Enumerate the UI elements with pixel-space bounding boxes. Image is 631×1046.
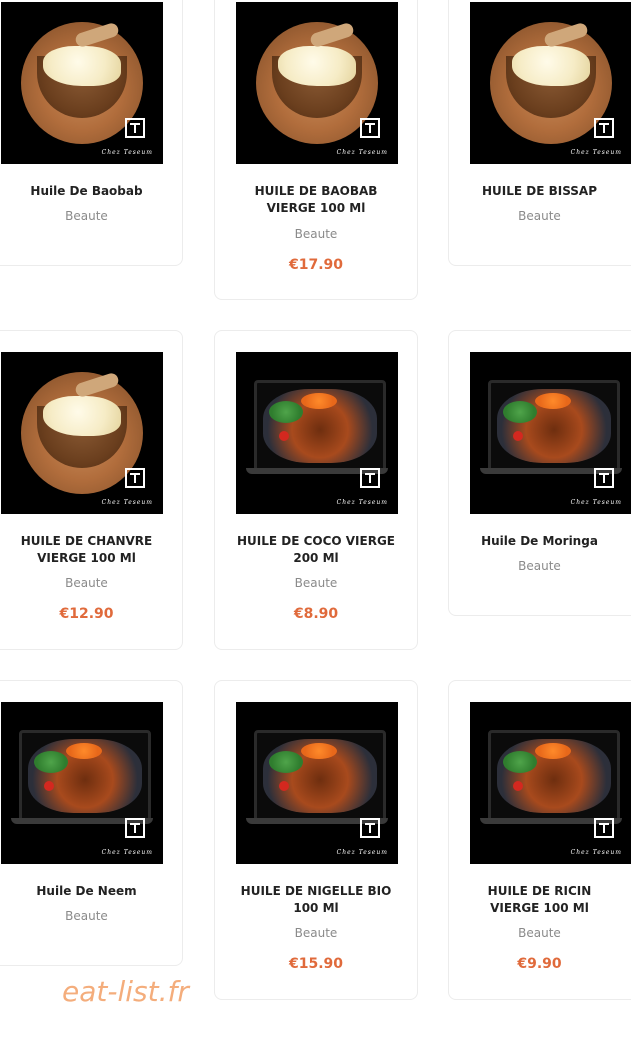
product-name[interactable]: Huile De Baobab bbox=[0, 183, 182, 200]
product-price: €9.90 bbox=[517, 956, 562, 972]
product-category: Beaute bbox=[294, 926, 338, 940]
brand-logo-icon bbox=[125, 118, 145, 138]
brand-logo-text: Chez Teseum bbox=[570, 499, 622, 506]
product-category: Beaute bbox=[294, 576, 338, 590]
brand-logo-icon bbox=[594, 818, 614, 838]
brand-logo-icon bbox=[125, 468, 145, 488]
product-category: Beaute bbox=[65, 576, 108, 590]
product-card[interactable]: Chez Teseum HUILE DE CHANVRE VIERGE 100 … bbox=[0, 330, 183, 650]
product-name[interactable]: HUILE DE NIGELLE BIO 100 Ml bbox=[215, 883, 417, 917]
product-price: €12.90 bbox=[59, 606, 114, 622]
product-category: Beaute bbox=[518, 926, 561, 940]
product-name[interactable]: HUILE DE BISSAP bbox=[449, 183, 631, 200]
product-name[interactable]: Huile De Neem bbox=[0, 883, 182, 900]
product-image[interactable]: Chez Teseum bbox=[470, 352, 631, 514]
product-image[interactable]: Chez Teseum bbox=[1, 352, 163, 514]
product-name[interactable]: HUILE DE BAOBAB VIERGE 100 Ml bbox=[215, 183, 417, 217]
product-name[interactable]: HUILE DE COCO VIERGE 200 Ml bbox=[215, 533, 417, 567]
product-card[interactable]: Chez Teseum HUILE DE COCO VIERGE 200 Ml … bbox=[214, 330, 418, 650]
brand-logo-icon bbox=[594, 468, 614, 488]
brand-logo-text: Chez Teseum bbox=[101, 849, 153, 856]
brand-logo-icon bbox=[360, 118, 380, 138]
product-image[interactable]: Chez Teseum bbox=[470, 702, 631, 864]
product-card[interactable]: Chez Teseum HUILE DE BAOBAB VIERGE 100 M… bbox=[214, 0, 418, 300]
product-price: €17.90 bbox=[288, 257, 344, 273]
product-category: Beaute bbox=[65, 209, 108, 223]
product-card[interactable]: Chez Teseum HUILE DE RICIN VIERGE 100 Ml… bbox=[448, 680, 631, 1000]
product-card[interactable]: Chez Teseum Huile De Moringa Beaute bbox=[448, 330, 631, 616]
brand-logo-text: Chez Teseum bbox=[101, 499, 153, 506]
product-category: Beaute bbox=[518, 559, 561, 573]
product-image[interactable]: Chez Teseum bbox=[1, 702, 163, 864]
brand-logo-text: Chez Teseum bbox=[336, 149, 388, 156]
site-watermark: eat-list.fr bbox=[62, 975, 189, 1008]
brand-logo-text: Chez Teseum bbox=[570, 849, 622, 856]
product-price: €15.90 bbox=[288, 956, 344, 972]
brand-logo-icon bbox=[125, 818, 145, 838]
brand-logo-text: Chez Teseum bbox=[336, 849, 388, 856]
product-card[interactable]: Chez Teseum Huile De Neem Beaute bbox=[0, 680, 183, 966]
product-name[interactable]: Huile De Moringa bbox=[449, 533, 631, 550]
product-category: Beaute bbox=[518, 209, 561, 223]
product-card[interactable]: Chez Teseum HUILE DE BISSAP Beaute bbox=[448, 0, 631, 266]
product-image[interactable]: Chez Teseum bbox=[470, 2, 631, 164]
product-card[interactable]: Chez Teseum HUILE DE NIGELLE BIO 100 Ml … bbox=[214, 680, 418, 1000]
product-card[interactable]: Chez Teseum Huile De Baobab Beaute bbox=[0, 0, 183, 266]
product-price: €8.90 bbox=[293, 606, 339, 622]
product-image[interactable]: Chez Teseum bbox=[1, 2, 163, 164]
product-image[interactable]: Chez Teseum bbox=[236, 2, 398, 164]
brand-logo-icon bbox=[594, 118, 614, 138]
brand-logo-icon bbox=[360, 818, 380, 838]
product-category: Beaute bbox=[294, 227, 338, 241]
brand-logo-text: Chez Teseum bbox=[570, 149, 622, 156]
product-name[interactable]: HUILE DE RICIN VIERGE 100 Ml bbox=[449, 883, 631, 917]
brand-logo-text: Chez Teseum bbox=[336, 499, 388, 506]
product-name[interactable]: HUILE DE CHANVRE VIERGE 100 Ml bbox=[0, 533, 182, 567]
product-image[interactable]: Chez Teseum bbox=[236, 352, 398, 514]
product-category: Beaute bbox=[65, 909, 108, 923]
brand-logo-icon bbox=[360, 468, 380, 488]
product-image[interactable]: Chez Teseum bbox=[236, 702, 398, 864]
brand-logo-text: Chez Teseum bbox=[101, 149, 153, 156]
